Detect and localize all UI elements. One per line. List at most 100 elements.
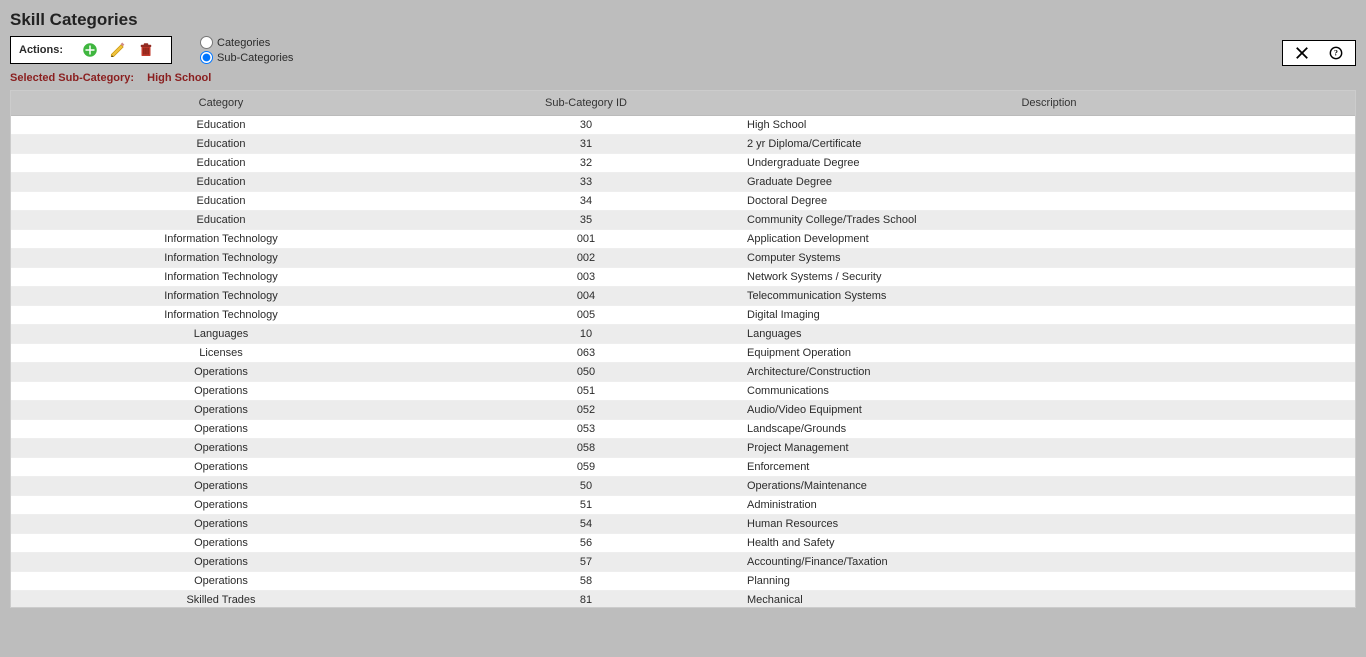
cell-sub-id: 51 [431, 496, 741, 515]
cell-sub-id: 005 [431, 306, 741, 325]
add-icon[interactable] [79, 39, 101, 61]
cell-category: Skilled Trades [11, 591, 431, 608]
cell-category: Education [11, 173, 431, 192]
cell-description: Computer Systems [741, 249, 1355, 268]
cell-sub-id: 30 [431, 116, 741, 135]
cell-sub-id: 33 [431, 173, 741, 192]
cell-category: Operations [11, 401, 431, 420]
close-icon[interactable] [1293, 44, 1311, 62]
selected-label: Selected Sub-Category: [10, 72, 134, 84]
table-row[interactable]: Operations058Project Management [11, 439, 1355, 458]
table-row[interactable]: Information Technology003Network Systems… [11, 268, 1355, 287]
cell-description: Health and Safety [741, 534, 1355, 553]
cell-description: High School [741, 116, 1355, 135]
table-row[interactable]: Operations059Enforcement [11, 458, 1355, 477]
cell-category: Operations [11, 534, 431, 553]
radio-sub-categories-label: Sub-Categories [217, 52, 293, 64]
cell-description: Administration [741, 496, 1355, 515]
cell-description: Communications [741, 382, 1355, 401]
cell-description: Graduate Degree [741, 173, 1355, 192]
table-row[interactable]: Education30High School [11, 116, 1355, 135]
actions-toolbar: Actions: [10, 36, 172, 64]
cell-sub-id: 10 [431, 325, 741, 344]
table-row[interactable]: Information Technology001Application Dev… [11, 230, 1355, 249]
cell-sub-id: 57 [431, 553, 741, 572]
table-row[interactable]: Operations051Communications [11, 382, 1355, 401]
cell-sub-id: 053 [431, 420, 741, 439]
cell-category: Operations [11, 496, 431, 515]
cell-sub-id: 58 [431, 572, 741, 591]
cell-category: Information Technology [11, 249, 431, 268]
table-row[interactable]: Operations053Landscape/Grounds [11, 420, 1355, 439]
cell-description: Undergraduate Degree [741, 154, 1355, 173]
cell-category: Education [11, 211, 431, 230]
cell-description: Mechanical [741, 591, 1355, 608]
cell-category: Information Technology [11, 287, 431, 306]
cell-category: Education [11, 116, 431, 135]
cell-description: Operations/Maintenance [741, 477, 1355, 496]
cell-sub-id: 32 [431, 154, 741, 173]
cell-category: Operations [11, 477, 431, 496]
table-header-row: Category Sub-Category ID Description [11, 91, 1355, 116]
header-sub-id[interactable]: Sub-Category ID [431, 91, 741, 116]
header-description[interactable]: Description [741, 91, 1355, 116]
cell-sub-id: 81 [431, 591, 741, 608]
radio-sub-categories-input[interactable] [200, 51, 213, 64]
cell-category: Education [11, 192, 431, 211]
table-row[interactable]: Education34Doctoral Degree [11, 192, 1355, 211]
cell-category: Operations [11, 572, 431, 591]
cell-category: Information Technology [11, 230, 431, 249]
table-row[interactable]: Operations052Audio/Video Equipment [11, 401, 1355, 420]
table-row[interactable]: Information Technology002Computer System… [11, 249, 1355, 268]
table-row[interactable]: Education32Undergraduate Degree [11, 154, 1355, 173]
cell-description: Enforcement [741, 458, 1355, 477]
edit-icon[interactable] [107, 39, 129, 61]
table-row[interactable]: Information Technology004Telecommunicati… [11, 287, 1355, 306]
table-body: Education30High SchoolEducation312 yr Di… [11, 116, 1355, 608]
view-radios: Categories Sub-Categories [200, 36, 293, 64]
radio-categories-label: Categories [217, 37, 270, 49]
table-row[interactable]: Operations56Health and Safety [11, 534, 1355, 553]
cell-category: Operations [11, 515, 431, 534]
table-row[interactable]: Information Technology005Digital Imaging [11, 306, 1355, 325]
cell-category: Education [11, 135, 431, 154]
cell-description: Equipment Operation [741, 344, 1355, 363]
cell-category: Operations [11, 420, 431, 439]
table-row[interactable]: Education312 yr Diploma/Certificate [11, 135, 1355, 154]
delete-icon[interactable] [135, 39, 157, 61]
cell-description: Accounting/Finance/Taxation [741, 553, 1355, 572]
table-scroll[interactable]: Category Sub-Category ID Description Edu… [11, 91, 1355, 607]
table-row[interactable]: Operations57Accounting/Finance/Taxation [11, 553, 1355, 572]
table-row[interactable]: Operations51Administration [11, 496, 1355, 515]
table-row[interactable]: Operations58Planning [11, 572, 1355, 591]
table-row[interactable]: Operations54Human Resources [11, 515, 1355, 534]
table-row[interactable]: Skilled Trades81Mechanical [11, 591, 1355, 608]
cell-description: Planning [741, 572, 1355, 591]
cell-category: Operations [11, 363, 431, 382]
cell-description: 2 yr Diploma/Certificate [741, 135, 1355, 154]
table-row[interactable]: Education33Graduate Degree [11, 173, 1355, 192]
table-row[interactable]: Licenses063Equipment Operation [11, 344, 1355, 363]
radio-categories[interactable]: Categories [200, 36, 293, 49]
cell-description: Audio/Video Equipment [741, 401, 1355, 420]
cell-sub-id: 54 [431, 515, 741, 534]
cell-sub-id: 004 [431, 287, 741, 306]
actions-label: Actions: [19, 44, 63, 56]
help-icon[interactable]: ? [1327, 44, 1345, 62]
table-row[interactable]: Languages10Languages [11, 325, 1355, 344]
cell-description: Project Management [741, 439, 1355, 458]
header-category[interactable]: Category [11, 91, 431, 116]
cell-sub-id: 052 [431, 401, 741, 420]
cell-sub-id: 059 [431, 458, 741, 477]
cell-category: Information Technology [11, 268, 431, 287]
cell-description: Landscape/Grounds [741, 420, 1355, 439]
radio-sub-categories[interactable]: Sub-Categories [200, 51, 293, 64]
table-row[interactable]: Operations50Operations/Maintenance [11, 477, 1355, 496]
radio-categories-input[interactable] [200, 36, 213, 49]
table-row[interactable]: Education35Community College/Trades Scho… [11, 211, 1355, 230]
cell-category: Information Technology [11, 306, 431, 325]
cell-description: Digital Imaging [741, 306, 1355, 325]
cell-description: Human Resources [741, 515, 1355, 534]
table-row[interactable]: Operations050Architecture/Construction [11, 363, 1355, 382]
cell-description: Community College/Trades School [741, 211, 1355, 230]
